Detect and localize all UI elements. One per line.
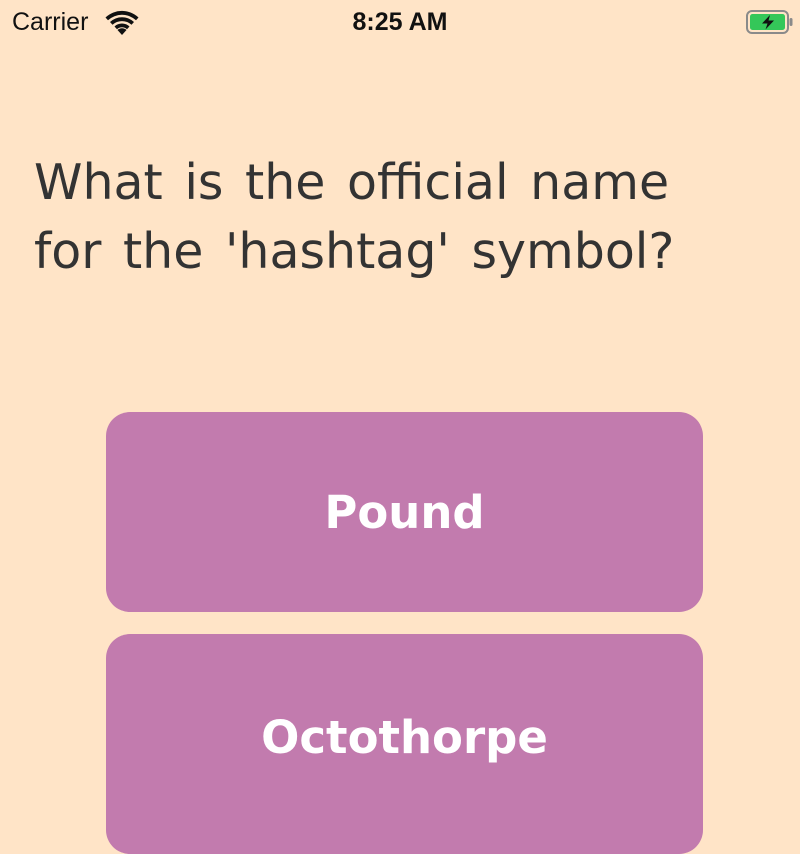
status-time: 8:25 AM	[352, 8, 448, 36]
battery-charging-icon	[746, 10, 793, 34]
answer-button-pound[interactable]: Pound	[106, 412, 703, 612]
question-text: What is the official name for the 'hasht…	[34, 154, 675, 280]
answer-button-octothorpe[interactable]: Octothorpe	[106, 634, 703, 854]
answer-label: Pound	[324, 485, 485, 539]
answer-label: Octothorpe	[261, 711, 548, 764]
status-bar: Carrier 8:25 AM	[0, 0, 800, 44]
